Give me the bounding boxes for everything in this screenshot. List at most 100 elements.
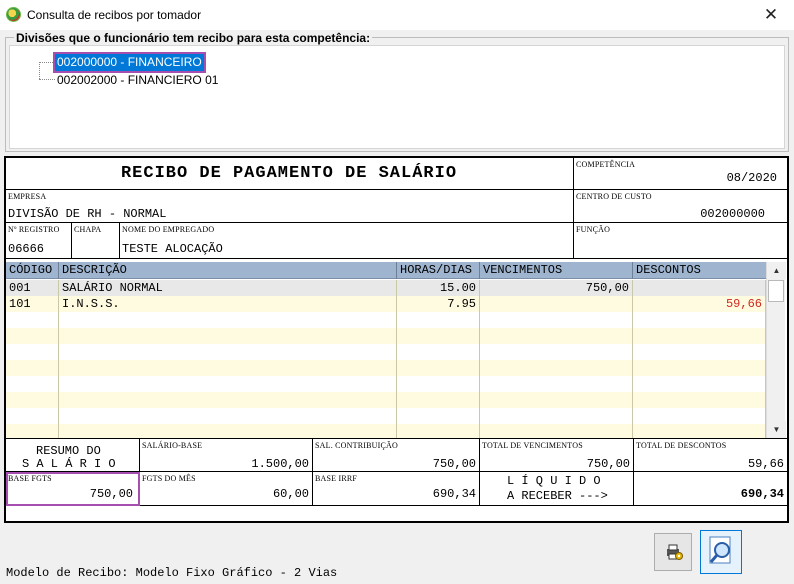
table-cell-descricao <box>59 360 397 376</box>
col-header-horas[interactable]: HORAS/DIAS <box>397 262 480 279</box>
table-row[interactable]: 101 I.N.S.S. 7.95 59,66 <box>6 296 766 312</box>
divisions-tree[interactable]: 002000000 - FINANCEIRO 002002000 - FINAN… <box>9 45 785 149</box>
base-irrf-value: 690,34 <box>432 487 476 501</box>
table-row[interactable] <box>6 312 766 328</box>
table-cell-vencimentos <box>480 424 633 438</box>
table-cell-descontos <box>633 376 766 392</box>
empresa-label: EMPRESA <box>8 192 47 201</box>
liquido-value: 690,34 <box>740 487 784 501</box>
table-cell-codigo <box>6 408 59 424</box>
registro-label: Nº REGISTRO <box>8 225 60 234</box>
empresa-value: DIVISÃO DE RH - NORMAL <box>8 207 167 221</box>
table-cell-descricao <box>59 408 397 424</box>
table-cell-horas: 15.00 <box>397 280 480 296</box>
total-descontos-value: 59,66 <box>747 457 784 471</box>
table-cell-horas <box>397 424 480 438</box>
status-bar-text: Modelo de Recibo: Modelo Fixo Gráfico - … <box>6 566 338 580</box>
scroll-up-icon[interactable]: ▲ <box>767 262 786 279</box>
empresa-cell: EMPRESA DIVISÃO DE RH - NORMAL <box>6 190 574 223</box>
table-cell-vencimentos <box>480 328 633 344</box>
salary-receipt: RECIBO DE PAGAMENTO DE SALÁRIO COMPETÊNC… <box>4 156 789 523</box>
table-row[interactable] <box>6 328 766 344</box>
table-cell-codigo <box>6 376 59 392</box>
table-cell-vencimentos <box>480 376 633 392</box>
col-header-descontos[interactable]: DESCONTOS <box>633 262 766 279</box>
receipt-title: RECIBO DE PAGAMENTO DE SALÁRIO <box>120 164 458 183</box>
table-row[interactable] <box>6 344 766 360</box>
table-cell-codigo <box>6 312 59 328</box>
table-cell-codigo <box>6 344 59 360</box>
registro-cell: Nº REGISTRO 06666 <box>6 223 72 259</box>
table-row[interactable] <box>6 376 766 392</box>
total-vencimentos-value: 750,00 <box>586 457 630 471</box>
items-table[interactable]: CÓDIGO DESCRIÇÃO HORAS/DIAS VENCIMENTOS … <box>6 262 766 438</box>
centro-custo-value: 002000000 <box>700 207 765 221</box>
col-header-vencimentos[interactable]: VENCIMENTOS <box>480 262 633 279</box>
close-button[interactable]: ✕ <box>748 0 794 30</box>
competencia-label: COMPETÊNCIA <box>576 160 636 169</box>
scroll-down-icon[interactable]: ▼ <box>767 421 786 438</box>
competencia-cell: COMPETÊNCIA 08/2020 <box>574 158 787 190</box>
window-title: Consulta de recibos por tomador <box>27 8 202 22</box>
sal-contribuicao-label: SAL. CONTRIBUIÇÃO <box>315 441 398 450</box>
table-cell-descontos: 59,66 <box>633 296 766 312</box>
table-cell-descontos <box>633 280 766 296</box>
total-vencimentos-cell: TOTAL DE VENCIMENTOS 750,00 <box>480 438 634 472</box>
table-cell-codigo <box>6 392 59 408</box>
table-cell-vencimentos <box>480 344 633 360</box>
table-cell-horas <box>397 408 480 424</box>
table-cell-codigo: 001 <box>6 280 59 296</box>
scroll-thumb[interactable] <box>768 280 784 302</box>
table-cell-vencimentos <box>480 312 633 328</box>
total-descontos-label: TOTAL DE DESCONTOS <box>636 441 727 450</box>
divisions-group: Divisões que o funcionário tem recibo pa… <box>5 31 789 152</box>
table-cell-descontos <box>633 344 766 360</box>
table-scrollbar[interactable]: ▲ ▼ <box>766 262 786 438</box>
print-settings-button[interactable] <box>654 533 692 571</box>
table-cell-descontos <box>633 392 766 408</box>
table-cell-horas <box>397 360 480 376</box>
base-fgts-label: BASE FGTS <box>8 474 52 483</box>
sal-contribuicao-value: 750,00 <box>432 457 476 471</box>
base-fgts-cell: BASE FGTS 750,00 <box>6 472 140 506</box>
table-row[interactable]: 001 SALÁRIO NORMAL 15.00 750,00 <box>6 280 766 296</box>
table-cell-horas <box>397 344 480 360</box>
base-fgts-value: 750,00 <box>89 487 133 501</box>
col-header-codigo[interactable]: CÓDIGO <box>6 262 59 279</box>
preview-button[interactable] <box>700 530 742 574</box>
table-cell-descricao: I.N.S.S. <box>59 296 397 312</box>
table-row[interactable] <box>6 360 766 376</box>
table-cell-descontos <box>633 408 766 424</box>
salario-base-value: 1.500,00 <box>251 457 309 471</box>
table-cell-vencimentos <box>480 408 633 424</box>
col-header-descricao[interactable]: DESCRIÇÃO <box>59 262 397 279</box>
table-row[interactable] <box>6 392 766 408</box>
base-irrf-cell: BASE IRRF 690,34 <box>313 472 480 506</box>
resumo-line1: RESUMO DO <box>36 444 101 458</box>
divisions-group-title: Divisões que o funcionário tem recibo pa… <box>14 31 373 45</box>
fgts-mes-value: 60,00 <box>272 487 309 501</box>
salario-base-cell: SALÁRIO-BASE 1.500,00 <box>140 438 313 472</box>
chapa-cell: CHAPA <box>72 223 120 259</box>
fgts-mes-cell: FGTS DO MÊS 60,00 <box>140 472 313 506</box>
table-cell-descontos <box>633 360 766 376</box>
sal-contribuicao-cell: SAL. CONTRIBUIÇÃO 750,00 <box>313 438 480 472</box>
centro-custo-cell: CENTRO DE CUSTO 002000000 <box>574 190 787 223</box>
table-cell-descricao <box>59 392 397 408</box>
resumo-line2: S A L Á R I O <box>22 457 116 471</box>
table-row[interactable] <box>6 408 766 424</box>
liquido-line1: L Í Q U I D O <box>507 474 601 488</box>
nome-label: NOME DO EMPREGADO <box>122 225 215 234</box>
table-cell-horas: 7.95 <box>397 296 480 312</box>
table-cell-vencimentos: 750,00 <box>480 280 633 296</box>
tree-item-financeiro[interactable]: 002000000 - FINANCEIRO <box>53 52 206 73</box>
salario-base-label: SALÁRIO-BASE <box>142 441 203 450</box>
table-cell-horas <box>397 328 480 344</box>
table-cell-descontos <box>633 312 766 328</box>
magnifier-icon <box>707 535 737 569</box>
table-cell-descricao <box>59 376 397 392</box>
nome-value: TESTE ALOCAÇÃO <box>122 242 223 256</box>
total-descontos-cell: TOTAL DE DESCONTOS 59,66 <box>634 438 787 472</box>
tree-item-financiero-01[interactable]: 002002000 - FINANCIERO 01 <box>55 72 220 89</box>
table-row[interactable] <box>6 424 766 438</box>
